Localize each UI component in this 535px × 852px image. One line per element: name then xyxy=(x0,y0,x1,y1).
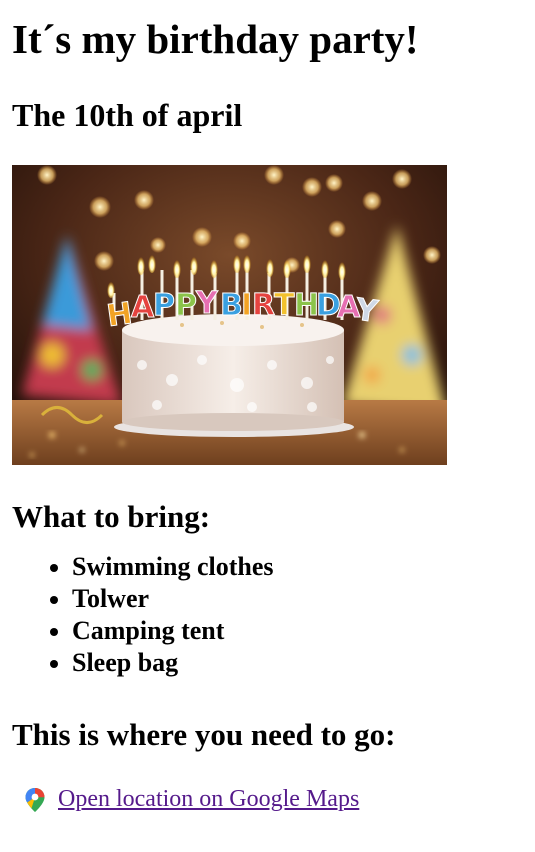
svg-text:T: T xyxy=(274,288,295,323)
svg-text:A: A xyxy=(131,290,155,325)
location-heading: This is where you need to go: xyxy=(12,717,396,752)
birthday-cake-illustration: H A P P Y B I R T H D A Y xyxy=(12,165,447,465)
what-to-bring-heading: What to bring: xyxy=(12,499,211,534)
party-date-heading: The 10th of april xyxy=(12,97,243,133)
page-title: It´s my birthday party! xyxy=(12,16,419,62)
bring-list: Swimming clothes Tolwer Camping tent Sle… xyxy=(12,551,523,679)
svg-text:P: P xyxy=(175,288,197,323)
birthday-cake-photo: H A P P Y B I R T H D A Y xyxy=(12,165,447,465)
svg-text:H: H xyxy=(105,296,135,334)
list-item: Sleep bag xyxy=(72,647,523,679)
svg-text:Y: Y xyxy=(195,286,219,321)
svg-text:R: R xyxy=(252,288,275,323)
svg-text:I: I xyxy=(241,288,252,323)
page-content: It´s my birthday party! The 10th of apri… xyxy=(0,0,535,813)
google-maps-pin-icon[interactable] xyxy=(25,787,45,812)
list-item: Tolwer xyxy=(72,583,523,615)
open-google-maps-link[interactable]: Open location on Google Maps xyxy=(58,786,359,813)
list-item: Swimming clothes xyxy=(72,551,523,583)
list-item: Camping tent xyxy=(72,615,523,647)
svg-text:P: P xyxy=(153,288,175,323)
maps-link-row: Open location on Google Maps xyxy=(12,786,523,813)
svg-text:B: B xyxy=(220,288,243,323)
